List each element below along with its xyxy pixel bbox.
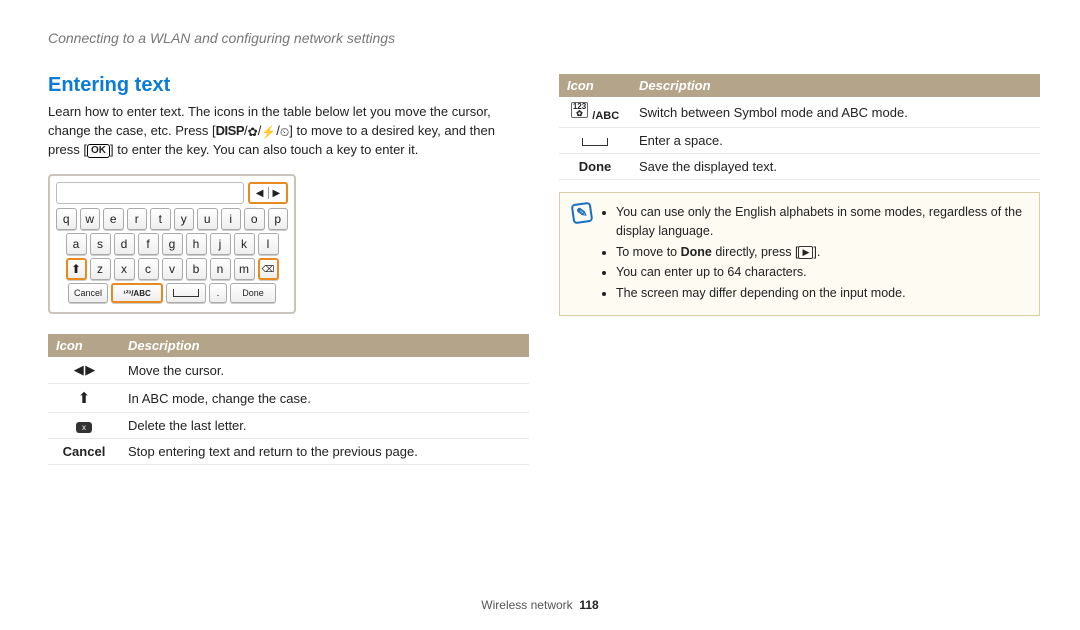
key-g: g bbox=[162, 233, 183, 255]
key-x: x bbox=[114, 258, 135, 280]
key-k: k bbox=[234, 233, 255, 255]
key-c: c bbox=[138, 258, 159, 280]
key-n: n bbox=[210, 258, 231, 280]
table-row: In ABC mode, change the case. bbox=[48, 384, 529, 413]
row-desc: Save the displayed text. bbox=[631, 154, 1040, 180]
play-icon: ▶ bbox=[798, 246, 813, 259]
key-i: i bbox=[221, 208, 242, 230]
abc-mode-icon: 123✿ /ABC bbox=[559, 97, 631, 128]
key-u: u bbox=[197, 208, 218, 230]
row-desc: Switch between Symbol mode and ABC mode. bbox=[631, 97, 1040, 128]
th-icon: Icon bbox=[559, 74, 631, 97]
note-item: The screen may differ depending on the i… bbox=[616, 284, 1027, 303]
row-desc: Move the cursor. bbox=[120, 357, 529, 384]
cancel-label: Cancel bbox=[48, 439, 120, 465]
icon-description-table-right: Icon Description 123✿ /ABC Switch betwee… bbox=[559, 74, 1040, 180]
row-desc: Stop entering text and return to the pre… bbox=[120, 439, 529, 465]
table-row: x Delete the last letter. bbox=[48, 413, 529, 439]
done-label: Done bbox=[559, 154, 631, 180]
key-t: t bbox=[150, 208, 171, 230]
intro-text-3: ] to enter the key. You can also touch a… bbox=[110, 142, 418, 157]
row-desc: In ABC mode, change the case. bbox=[120, 384, 529, 413]
key-f: f bbox=[138, 233, 159, 255]
key-m: m bbox=[234, 258, 255, 280]
key-row-bottom: Cancel ¹²³/ABC . Done bbox=[56, 283, 288, 303]
icon-description-table-left: Icon Description Move the cursor. In ABC… bbox=[48, 334, 529, 465]
shift-arrow-icon bbox=[48, 384, 120, 413]
table-row: 123✿ /ABC Switch between Symbol mode and… bbox=[559, 97, 1040, 128]
note-box: ✎ You can use only the English alphabets… bbox=[559, 192, 1040, 316]
backspace-key: ⌫ bbox=[258, 258, 279, 280]
th-icon: Icon bbox=[48, 334, 120, 357]
note-text: ]. bbox=[813, 245, 820, 259]
key-row-2: a s d f g h j k l bbox=[56, 233, 288, 255]
timer-icon: ⏲ bbox=[280, 125, 289, 139]
th-description: Description bbox=[120, 334, 529, 357]
note-text: directly, press [ bbox=[712, 245, 799, 259]
cursor-arrows-icon bbox=[48, 357, 120, 384]
key-o: o bbox=[244, 208, 265, 230]
key-row-1: q w e r t y u i o p bbox=[56, 208, 288, 230]
shift-key: ⬆ bbox=[66, 258, 87, 280]
space-key bbox=[166, 283, 206, 303]
key-p: p bbox=[268, 208, 289, 230]
key-r: r bbox=[127, 208, 148, 230]
table-row: Cancel Stop entering text and return to … bbox=[48, 439, 529, 465]
key-q: q bbox=[56, 208, 77, 230]
keyboard-illustration: ◀▶ q w e r t y u i o p a s d f g h j bbox=[48, 174, 296, 314]
done-key: Done bbox=[230, 283, 276, 303]
section-title: Entering text bbox=[48, 74, 529, 97]
note-icon: ✎ bbox=[571, 202, 594, 225]
ok-icon: OK bbox=[87, 144, 110, 158]
key-e: e bbox=[103, 208, 124, 230]
key-d: d bbox=[114, 233, 135, 255]
key-row-3: ⬆ z x c v b n m ⌫ bbox=[56, 258, 288, 280]
key-w: w bbox=[80, 208, 101, 230]
note-text: To move to bbox=[616, 245, 681, 259]
flash-icon: ⚡ bbox=[261, 125, 276, 139]
disp-label: DISP bbox=[216, 123, 244, 138]
abc-mode-key: ¹²³/ABC bbox=[111, 283, 163, 303]
note-item: To move to Done directly, press [▶]. bbox=[616, 243, 1027, 262]
page-number: 118 bbox=[579, 598, 598, 612]
note-item: You can use only the English alphabets i… bbox=[616, 203, 1027, 241]
key-z: z bbox=[90, 258, 111, 280]
table-row: Enter a space. bbox=[559, 128, 1040, 154]
space-icon bbox=[559, 128, 631, 154]
key-h: h bbox=[186, 233, 207, 255]
note-item: You can enter up to 64 characters. bbox=[616, 263, 1027, 282]
row-desc: Delete the last letter. bbox=[120, 413, 529, 439]
cancel-key: Cancel bbox=[68, 283, 108, 303]
th-description: Description bbox=[631, 74, 1040, 97]
key-a: a bbox=[66, 233, 87, 255]
delete-icon: x bbox=[48, 413, 120, 439]
key-s: s bbox=[90, 233, 111, 255]
intro-paragraph: Learn how to enter text. The icons in th… bbox=[48, 103, 529, 160]
note-bold: Done bbox=[681, 245, 712, 259]
right-column: Icon Description 123✿ /ABC Switch betwee… bbox=[559, 74, 1040, 465]
key-l: l bbox=[258, 233, 279, 255]
macro-icon: ✿ bbox=[248, 125, 258, 139]
table-row: Done Save the displayed text. bbox=[559, 154, 1040, 180]
note-list: You can use only the English alphabets i… bbox=[602, 203, 1027, 305]
footer-section: Wireless network bbox=[481, 598, 572, 612]
cursor-nav-keys: ◀▶ bbox=[248, 182, 288, 204]
key-j: j bbox=[210, 233, 231, 255]
table-row: Move the cursor. bbox=[48, 357, 529, 384]
row-desc: Enter a space. bbox=[631, 128, 1040, 154]
page-footer: Wireless network 118 bbox=[0, 598, 1080, 612]
breadcrumb: Connecting to a WLAN and configuring net… bbox=[48, 30, 1040, 46]
left-column: Entering text Learn how to enter text. T… bbox=[48, 74, 529, 465]
period-key: . bbox=[209, 283, 227, 303]
key-y: y bbox=[174, 208, 195, 230]
key-b: b bbox=[186, 258, 207, 280]
key-v: v bbox=[162, 258, 183, 280]
keyboard-text-field bbox=[56, 182, 244, 204]
